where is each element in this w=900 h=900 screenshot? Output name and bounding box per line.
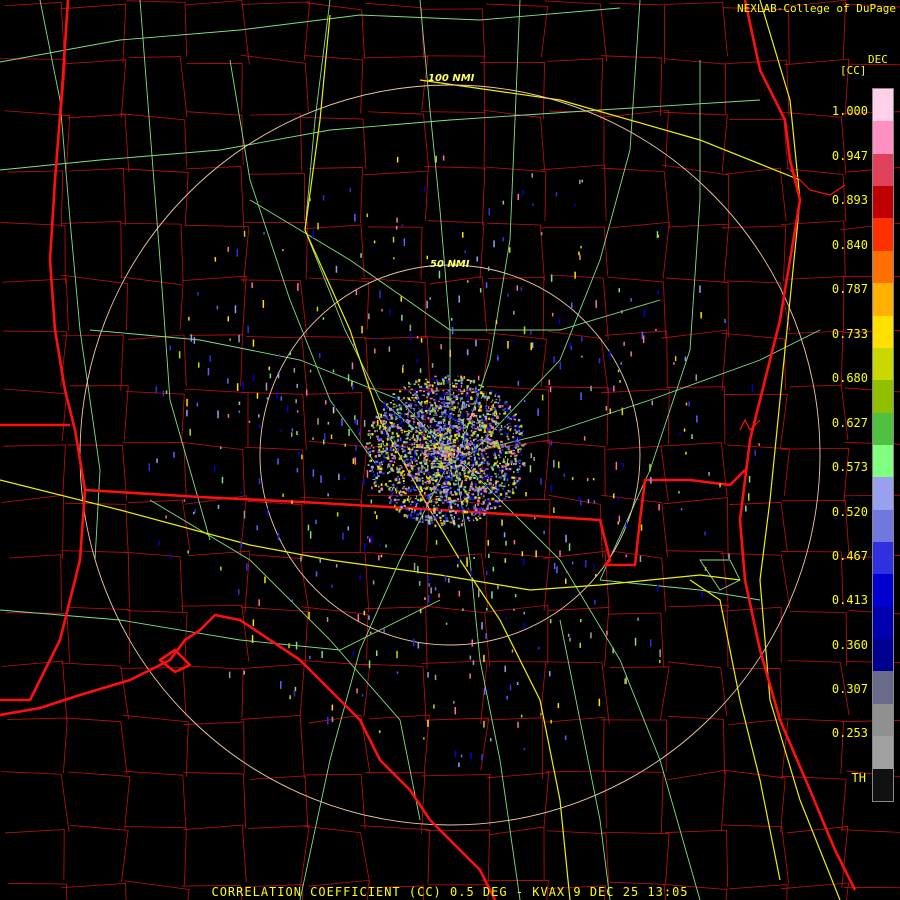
colorbar-label: 1.000 bbox=[831, 104, 868, 118]
month-label: DEC bbox=[868, 53, 888, 66]
colorbar-segment bbox=[873, 89, 893, 122]
colorbar-label: 0.573 bbox=[831, 460, 868, 474]
colorbar-segment bbox=[873, 509, 893, 543]
colorbar-segment bbox=[873, 639, 893, 672]
colorbar-label: 0.627 bbox=[831, 416, 868, 430]
colorbar-segment bbox=[873, 412, 893, 445]
colorbar-label: 0.893 bbox=[831, 193, 868, 207]
inner-ring-label: 50 NMI bbox=[430, 259, 470, 270]
colorbar-segment bbox=[873, 444, 893, 478]
colorbar-label: 0.840 bbox=[831, 238, 868, 252]
colorbar-segment bbox=[873, 736, 893, 769]
colorbar-label: 0.253 bbox=[831, 726, 868, 740]
credit-label: NEXLAB-College of DuPage bbox=[737, 2, 896, 15]
colorbar-segment bbox=[873, 250, 893, 284]
colorbar-label: 0.520 bbox=[831, 505, 868, 519]
colorbar-segment bbox=[873, 283, 893, 316]
colorbar-segment bbox=[873, 153, 893, 187]
colorbar-segment bbox=[873, 703, 893, 737]
colorbar-segment bbox=[873, 768, 893, 801]
colorbar bbox=[872, 88, 894, 802]
product-footer: CORRELATION COEFFICIENT (CC) 0.5 DEG - K… bbox=[211, 885, 689, 899]
colorbar-segment bbox=[873, 218, 893, 251]
colorbar-label: 0.307 bbox=[831, 682, 868, 696]
product-unit-label: [CC] bbox=[840, 64, 867, 77]
colorbar-label: 0.680 bbox=[831, 371, 868, 385]
colorbar-segment bbox=[873, 315, 893, 348]
colorbar-label: TH bbox=[851, 771, 866, 785]
colorbar-segment bbox=[873, 347, 893, 381]
colorbar-label: 0.733 bbox=[831, 327, 868, 341]
colorbar-label: 0.787 bbox=[831, 282, 868, 296]
colorbar-segment bbox=[873, 121, 893, 154]
colorbar-label: 0.360 bbox=[831, 638, 868, 652]
colorbar-segment bbox=[873, 380, 893, 413]
colorbar-label: 0.413 bbox=[831, 593, 868, 607]
colorbar-label: 0.947 bbox=[831, 149, 868, 163]
colorbar-segment bbox=[873, 186, 893, 219]
colorbar-label: 0.467 bbox=[831, 549, 868, 563]
colorbar-segment bbox=[873, 606, 893, 640]
colorbar-segment bbox=[873, 671, 893, 704]
colorbar-segment bbox=[873, 542, 893, 575]
outer-ring-label: 100 NMI bbox=[428, 73, 475, 84]
colorbar-segment bbox=[873, 574, 893, 607]
radar-map bbox=[0, 0, 900, 900]
colorbar-segment bbox=[873, 477, 893, 510]
